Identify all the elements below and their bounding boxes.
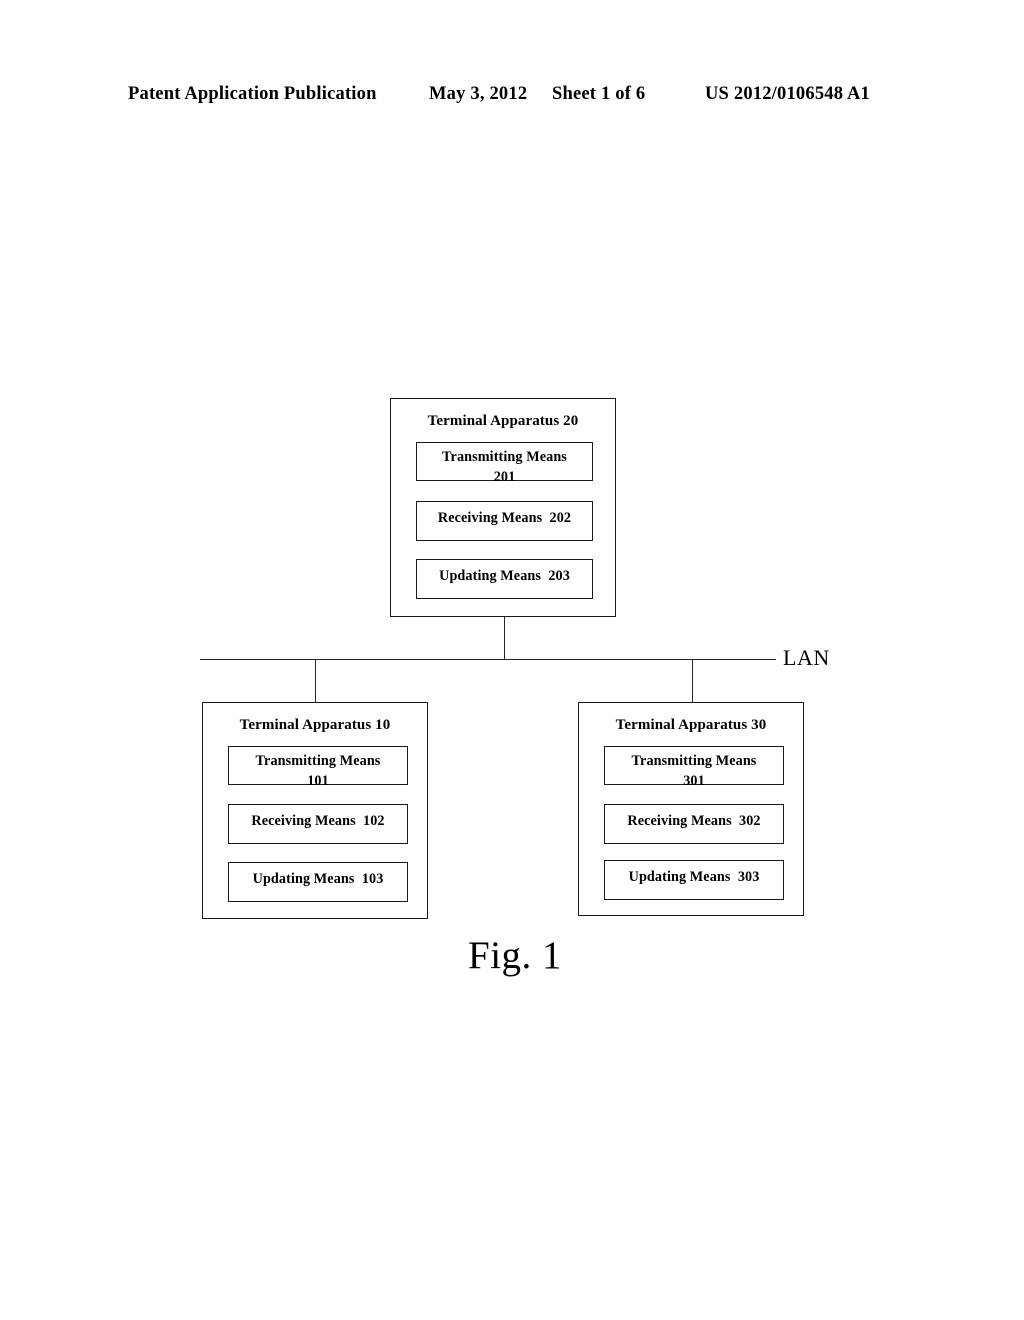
updating-means-303-label: Updating Means 303 <box>605 868 783 887</box>
terminal-apparatus-20-box: Terminal Apparatus 20 Transmitting Means… <box>390 398 616 617</box>
transmitting-means-301-box: Transmitting Means 301 <box>604 746 784 789</box>
updating-means-103-label: Updating Means 103 <box>229 870 407 889</box>
updating-means-303-ref: 303 <box>737 869 760 885</box>
transmitting-means-301-label: Transmitting Means 301 <box>605 751 783 791</box>
receiving-means-102-box: Receiving Means 102 <box>228 804 408 844</box>
transmitting-means-101-ref: 101 <box>307 773 329 789</box>
updating-means-203-label: Updating Means 203 <box>417 567 592 586</box>
transmitting-means-201-text: Transmitting Means <box>442 449 567 465</box>
updating-means-203-box: Updating Means 203 <box>416 559 593 599</box>
terminal-apparatus-30-title: Terminal Apparatus 30 <box>615 717 767 733</box>
receiving-means-202-label: Receiving Means 202 <box>417 509 592 528</box>
receiving-means-102-label: Receiving Means 102 <box>229 812 407 831</box>
transmitting-means-301-ref: 301 <box>683 773 705 789</box>
connector-bus-to-right-node <box>692 659 693 703</box>
figure-caption: Fig. 1 <box>468 934 563 977</box>
receiving-means-302-text: Receiving Means <box>627 813 732 829</box>
updating-means-203-text: Updating Means <box>439 568 542 584</box>
updating-means-303-text: Updating Means <box>628 869 731 885</box>
transmitting-means-101-label: Transmitting Means 101 <box>229 751 407 791</box>
transmitting-means-301-text: Transmitting Means <box>631 753 757 769</box>
terminal-apparatus-10-title: Terminal Apparatus 10 <box>239 717 391 733</box>
terminal-apparatus-30-box: Terminal Apparatus 30 Transmitting Means… <box>578 702 804 916</box>
receiving-means-302-ref: 302 <box>739 813 761 829</box>
lan-label: LAN <box>783 645 830 670</box>
receiving-means-202-ref: 202 <box>549 510 572 526</box>
transmitting-means-201-box: Transmitting Means 201 <box>416 442 593 485</box>
transmitting-means-101-text: Transmitting Means <box>255 753 381 769</box>
terminal-apparatus-10-box: Terminal Apparatus 10 Transmitting Means… <box>202 702 428 919</box>
updating-means-103-box: Updating Means 103 <box>228 862 408 902</box>
receiving-means-302-box: Receiving Means 302 <box>604 804 784 844</box>
patent-figure-1: Terminal Apparatus 20 Transmitting Means… <box>0 0 1024 1320</box>
receiving-means-202-box: Receiving Means 202 <box>416 501 593 541</box>
updating-means-303-box: Updating Means 303 <box>604 860 784 900</box>
updating-means-203-ref: 203 <box>548 568 570 584</box>
receiving-means-102-text: Receiving Means <box>251 813 356 829</box>
lan-bus-line <box>200 659 776 660</box>
terminal-apparatus-20-title: Terminal Apparatus 20 <box>427 413 579 429</box>
updating-means-103-ref: 103 <box>361 871 384 887</box>
transmitting-means-201-label: Transmitting Means 201 <box>417 447 592 487</box>
transmitting-means-101-box: Transmitting Means 101 <box>228 746 408 789</box>
connector-bus-to-left-node <box>315 659 316 703</box>
updating-means-103-text: Updating Means <box>252 871 355 887</box>
receiving-means-102-ref: 102 <box>363 813 385 829</box>
receiving-means-202-text: Receiving Means <box>437 510 543 526</box>
receiving-means-302-label: Receiving Means 302 <box>605 812 783 831</box>
connector-top-to-bus <box>504 617 505 660</box>
transmitting-means-201-ref: 201 <box>493 469 516 485</box>
